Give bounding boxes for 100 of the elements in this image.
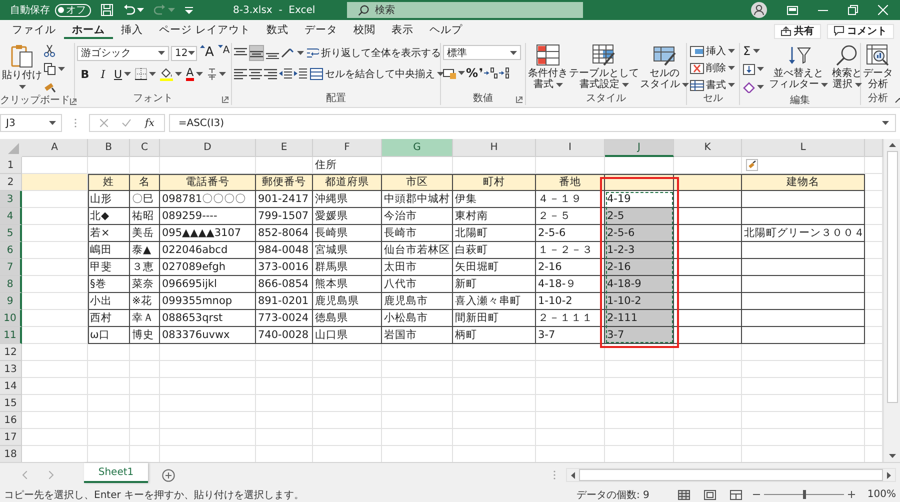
bold-button[interactable]: B — [77, 66, 93, 82]
ribbon-tab[interactable]: 校閲 — [345, 21, 384, 39]
column-header[interactable]: I — [536, 139, 605, 157]
find-select-button[interactable]: 検索と 選択 — [832, 43, 862, 91]
table-cell: 095▲▲▲▲3107 — [160, 225, 256, 242]
column-header[interactable]: E — [256, 139, 313, 157]
table-cell: 八代市 — [382, 276, 453, 293]
row-header[interactable]: 9 — [0, 293, 22, 310]
ribbon-tab[interactable]: ヘルプ — [421, 21, 470, 39]
comma-button[interactable]: ❜ — [479, 65, 484, 81]
row-header[interactable]: 8 — [0, 276, 22, 293]
row-header[interactable]: 12 — [0, 344, 22, 361]
table-cell: ※花 — [130, 293, 160, 310]
column-header[interactable]: H — [453, 139, 536, 157]
table-cell: 白萩町 — [453, 242, 536, 259]
row-header[interactable]: 17 — [0, 429, 22, 446]
ribbon-tab[interactable]: 挿入 — [113, 21, 151, 39]
ribbon-tab[interactable]: データ — [296, 21, 346, 39]
autosum-button[interactable]: Σ — [742, 43, 765, 59]
paste-button[interactable]: 貼り付け — [2, 43, 42, 95]
row-header[interactable]: 16 — [0, 412, 22, 429]
ribbon-tab[interactable]: 表示 — [383, 21, 422, 39]
row-header[interactable]: 4 — [0, 208, 22, 225]
row-header[interactable]: 18 — [0, 446, 22, 462]
table-cell: 喜入瀬々串町 — [453, 293, 536, 310]
column-header[interactable]: A — [22, 139, 88, 157]
table-cell: 2-5-6 — [605, 225, 674, 242]
row-header[interactable]: 5 — [0, 225, 22, 242]
merge-center-button[interactable]: セルを結合して中央揃え — [310, 66, 444, 82]
table-cell: 088653qrst — [160, 310, 256, 327]
table-cell: 若× — [88, 225, 130, 242]
table-cell: ３恵 — [130, 259, 160, 276]
ribbon-tab[interactable]: 数式 — [258, 21, 296, 39]
row-header[interactable]: 10 — [0, 310, 22, 327]
formula-field[interactable]: =ASC(I3) — [169, 114, 896, 132]
cell-styles-button[interactable]: セルの スタイル — [640, 43, 689, 91]
name-box[interactable]: J3 — [0, 114, 62, 132]
ribbon-tab[interactable]: ページ レイアウト — [151, 21, 258, 39]
underline-button[interactable]: U — [113, 66, 132, 82]
table-cell: 市区 — [382, 174, 453, 191]
table-cell: 099355mnop — [160, 293, 256, 310]
ribbon-tab[interactable]: ファイル — [4, 21, 64, 39]
table-cell: 740-0028 — [256, 327, 313, 344]
wrap-text-button[interactable]: 折り返して全体を表示する — [307, 45, 441, 61]
row-header[interactable]: 11 — [0, 327, 22, 344]
font-color-button[interactable]: A — [185, 66, 204, 82]
format-button[interactable]: 書式 — [689, 77, 736, 93]
column-header[interactable]: G — [382, 139, 453, 157]
table-cell: 鹿児島県 — [313, 293, 382, 310]
font-size-field[interactable]: 12 — [171, 46, 197, 60]
table-cell: 仙台市若林区 — [382, 242, 453, 259]
delete-button[interactable]: 削除 — [689, 60, 736, 76]
column-header[interactable]: J — [605, 139, 674, 157]
column-header[interactable]: F — [313, 139, 382, 157]
insert-button[interactable]: 挿入 — [689, 43, 736, 59]
table-cell: 小松島市 — [382, 310, 453, 327]
ribbon-group-label: 数値 — [473, 93, 493, 105]
comment-button[interactable]: コメント — [827, 24, 894, 38]
table-cell: 太田市 — [382, 259, 453, 276]
ribbon-group-label: フォント — [133, 93, 173, 105]
table-cell: 〇巳 — [130, 191, 160, 208]
column-header[interactable]: L — [742, 139, 865, 157]
table-cell: 電話番号 — [160, 174, 256, 191]
insert-function-button[interactable]: fx — [145, 118, 154, 128]
sheet-tab[interactable]: Sheet1 — [84, 463, 148, 483]
table-cell: 矢田堀町 — [453, 259, 536, 276]
column-header[interactable]: D — [160, 139, 256, 157]
shrink-font-button[interactable]: A — [216, 45, 231, 61]
row-header[interactable]: 13 — [0, 361, 22, 378]
table-cell: 891-0201 — [256, 293, 313, 310]
autosave-toggle[interactable]: オフ — [55, 4, 91, 16]
row-header[interactable]: 14 — [0, 378, 22, 395]
table-cell: 852-8064 — [256, 225, 313, 242]
data-analysis-button[interactable]: データ 分析 — [863, 43, 893, 91]
grow-font-button[interactable]: A — [199, 45, 215, 61]
sort-filter-button[interactable]: 並べ替えと フィルター — [769, 43, 828, 91]
row-header[interactable]: 3 — [0, 191, 22, 208]
table-cell: 096695ijkl — [160, 276, 256, 293]
row-header[interactable]: 2 — [0, 174, 22, 191]
italic-button[interactable]: I — [95, 66, 111, 82]
table-cell: ω口 — [88, 327, 130, 344]
table-cell: 901-2417 — [256, 191, 313, 208]
ribbon-group-label: クリップボード — [0, 95, 70, 107]
conditional-formatting-button[interactable]: 条件付き 書式 — [528, 43, 568, 91]
column-header[interactable]: C — [130, 139, 160, 157]
row-header[interactable]: 1 — [0, 157, 22, 174]
column-header[interactable]: K — [674, 139, 742, 157]
table-cell: §巻 — [88, 276, 130, 293]
search-field[interactable]: 検索 — [347, 2, 583, 18]
row-header[interactable]: 7 — [0, 259, 22, 276]
font-field[interactable]: 游ゴシック — [77, 46, 169, 60]
table-cell: ４－１９ — [536, 191, 605, 208]
row-header[interactable]: 6 — [0, 242, 22, 259]
column-header[interactable]: B — [88, 139, 130, 157]
table-cell: 今治市 — [382, 208, 453, 225]
share-button[interactable]: 共有 — [774, 24, 821, 38]
row-header[interactable]: 15 — [0, 395, 22, 412]
format-as-table-button[interactable]: テーブルとして 書式設定 — [569, 43, 639, 91]
number-format-field[interactable]: 標準 — [443, 45, 521, 60]
percent-button[interactable]: % — [466, 65, 478, 81]
